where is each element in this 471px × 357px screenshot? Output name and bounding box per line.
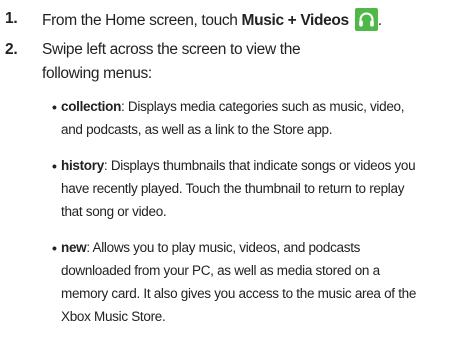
bullet-line: collection: Displays media categories su… bbox=[61, 96, 405, 118]
step-text-line: Swipe left across the screen to view the bbox=[42, 41, 301, 58]
bullet-term: history bbox=[61, 158, 104, 173]
app-name: Music + Videos bbox=[241, 12, 350, 29]
bullet-text: : Displays thumbnails that indicate song… bbox=[103, 158, 416, 173]
headphones-icon bbox=[354, 8, 378, 31]
bullet-line: and podcasts, as well as a link to the S… bbox=[61, 122, 333, 137]
bullet-dot: • bbox=[52, 99, 57, 115]
step-number: 1. bbox=[5, 10, 18, 27]
bullet-text: : Allows you to play music, videos, and … bbox=[86, 240, 361, 255]
bullet-line: downloaded from your PC, as well as medi… bbox=[61, 263, 380, 278]
step-text-line: following menus: bbox=[42, 65, 152, 82]
bullet-text: : Displays media categories such as musi… bbox=[121, 99, 405, 114]
step-text: From the Home screen, touch Music + Vide… bbox=[42, 8, 382, 32]
step-number: 2. bbox=[5, 41, 18, 58]
bullet-term: new bbox=[61, 240, 87, 255]
bullet-line: history: Displays thumbnails that indica… bbox=[61, 155, 416, 177]
step-text-after: . bbox=[377, 12, 382, 29]
bullet-term: collection bbox=[61, 99, 122, 114]
bullet-line: Xbox Music Store. bbox=[61, 309, 166, 324]
bullet-line: memory card. It also gives you access to… bbox=[61, 286, 417, 301]
instruction-page: 1. From the Home screen, touch Music + V… bbox=[0, 0, 471, 357]
bullet-line: have recently played. Touch the thumbnai… bbox=[61, 181, 405, 196]
bullet-line: that song or video. bbox=[61, 204, 167, 219]
bullet-line: new: Allows you to play music, videos, a… bbox=[61, 237, 360, 259]
step-text-before: From the Home screen, touch bbox=[42, 12, 242, 29]
bullet-dot: • bbox=[52, 158, 57, 174]
bullet-dot: • bbox=[52, 240, 57, 256]
